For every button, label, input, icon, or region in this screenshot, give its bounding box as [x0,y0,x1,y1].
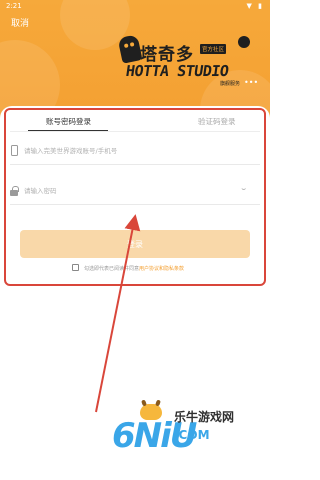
logo-subtitle: 旗舰服务 [220,81,241,87]
tab-code-login[interactable]: 验证码登录 [198,116,236,127]
phone-icon [10,145,20,157]
logo-tag: 官方社区 [200,44,227,54]
field-underline [10,164,260,165]
site-watermark: 6NiU 乐牛游戏网 .COM [112,400,262,470]
tabs-divider [10,131,260,132]
mascot-icon [117,34,143,64]
watermark-domain: .COM [174,428,210,442]
login-tabs: 账号密码登录 验证码登录 [14,116,258,138]
agreement-link[interactable]: 用户协议和隐私条款 [139,266,184,272]
password-field: ⌣ [10,180,260,205]
status-icons: ▼ ▮ [246,2,264,10]
cancel-button[interactable]: 取消 [11,16,29,29]
header-banner: 2:21 ▼ ▮ 取消 塔奇多 官方社区 HOTTA STUDIO 旗舰服务 •… [0,0,270,118]
account-input[interactable] [24,143,234,159]
status-time: 2:21 [6,2,22,10]
tab-password-login[interactable]: 账号密码登录 [46,116,91,127]
agreement-checkbox[interactable] [72,264,79,271]
game-logo: 塔奇多 官方社区 HOTTA STUDIO 旗舰服务 ••• [117,30,260,90]
login-button[interactable]: 登录 [20,230,250,258]
field-underline [10,204,260,205]
status-bar: 2:21 ▼ ▮ [0,0,270,12]
agreement-prefix: 勾选即代表已阅读并同意 [84,266,140,272]
watermark-site-name: 乐牛游戏网 [174,410,235,424]
agreement-text: 勾选即代表已阅读并同意用户协议和隐私条款 [84,265,184,272]
microphone-icon [238,36,250,48]
account-field [10,140,260,165]
logo-title-en: HOTTA STUDIO [124,62,230,80]
eye-closed-icon[interactable]: ⌣ [241,185,246,194]
lock-icon [10,185,20,197]
logo-dots: ••• [244,78,259,87]
password-input[interactable] [24,183,234,199]
